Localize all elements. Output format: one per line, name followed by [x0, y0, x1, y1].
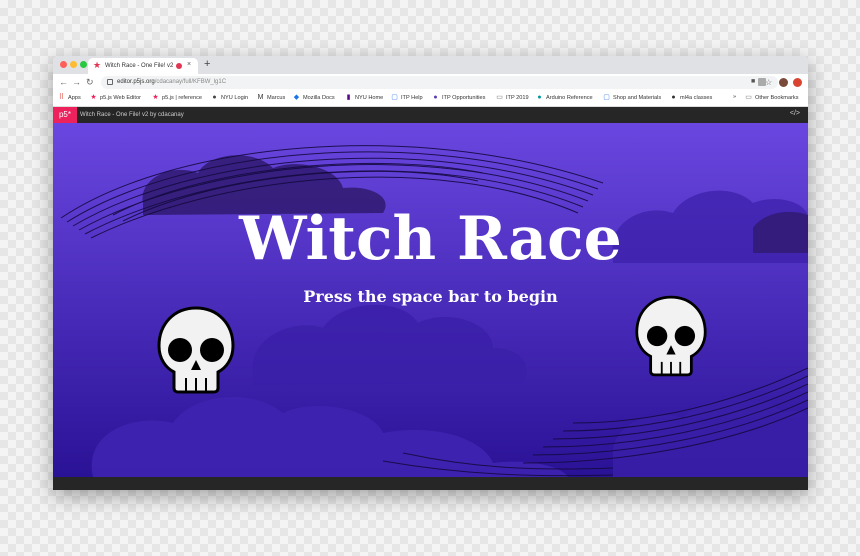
maximize-window-button[interactable] [80, 61, 87, 68]
p5-editor-header: p5* Witch Race - One File! v2 by cdacana… [53, 107, 808, 123]
bookmark-label: p5.js | reference [162, 94, 203, 101]
recording-icon [176, 63, 182, 69]
bookmark-label: Marcus [267, 94, 286, 101]
bookmark-marcus[interactable]: M Marcus [257, 94, 286, 101]
url-field[interactable]: editor.p5js.org/cdacanay/full/KFBW_lg1C … [101, 76, 778, 89]
code-icon[interactable]: </> [790, 110, 800, 117]
bookmark-label: Apps [68, 94, 81, 101]
bookmark-arduino-reference[interactable]: ● Arduino Reference [536, 94, 593, 101]
bookmark-shop-and-materials[interactable]: ▢ Shop and Materials [603, 94, 661, 101]
p5-star-icon: ★ [93, 60, 102, 70]
bookmarks-overflow-button[interactable]: » [733, 94, 736, 100]
profile-avatar-icon[interactable] [779, 78, 788, 87]
p5-star-icon: ★ [152, 94, 159, 101]
page-icon: ▢ [391, 94, 398, 101]
star-bookmark-icon[interactable]: ☆ [765, 78, 772, 87]
bookmark-nyu-home[interactable]: ▮ NYU Home [345, 94, 384, 101]
bookmark-mozilla-docs[interactable]: ◆ Mozilla Docs [293, 94, 335, 101]
apps-grid-icon: ⠿ [58, 94, 65, 101]
game-title: Witch Race [239, 204, 622, 274]
bookmark-label: ITP Help [401, 94, 423, 101]
tab-bar: ★ Witch Race - One File! v2 × + [53, 56, 808, 74]
skull-icon [157, 306, 235, 394]
bookmark-p5-js-web-editor[interactable]: ★ p5.js Web Editor [90, 94, 141, 101]
globe-icon: ● [537, 94, 542, 101]
bookmark-label: Shop and Materials [613, 94, 662, 101]
lock-icon [107, 79, 113, 85]
bottom-bar [53, 477, 808, 490]
folder-icon: ▭ [496, 94, 503, 101]
reload-icon[interactable]: ↻ [86, 77, 94, 87]
bookmark-label: p5.js Web Editor [100, 94, 141, 101]
other-bookmarks[interactable]: ▭ Other Bookmarks [745, 94, 799, 101]
forward-icon[interactable]: → [72, 77, 81, 87]
bookmark-label: ml4a classes [680, 94, 713, 101]
bookmark-label: NYU Home [355, 94, 384, 101]
camera-icon[interactable]: ■ [751, 78, 755, 85]
bookmark-label: Arduino Reference [546, 94, 593, 101]
minimize-window-button[interactable] [70, 61, 77, 68]
browser-window: ★ Witch Race - One File! v2 × + ← → ↻ ed… [53, 56, 808, 490]
bookmark-label: Mozilla Docs [303, 94, 335, 101]
skull-icon [635, 295, 707, 377]
bookmark-itp-help[interactable]: ▢ ITP Help [391, 94, 423, 101]
bookmark-label: ITP Opportunities [442, 94, 486, 101]
game-canvas[interactable]: Witch Race Press the space bar to begin [53, 123, 808, 477]
extension-icon[interactable] [758, 78, 766, 86]
new-tab-button[interactable]: + [204, 58, 210, 70]
bookmarks-bar: ⠿ Apps ★ p5.js Web Editor ★ p5.js | reference… [53, 91, 808, 107]
circle-icon: ● [433, 94, 438, 101]
extension-icon[interactable] [793, 78, 802, 87]
tab-title: Witch Race - One File! v2 [105, 63, 174, 69]
bookmark-p5-js-reference[interactable]: ★ p5.js | reference [152, 94, 202, 101]
mdn-icon: ◆ [293, 94, 300, 101]
bookmark-apps[interactable]: ⠿ Apps [58, 94, 81, 101]
bookmark-label: ITP 2019 [506, 94, 529, 101]
bookmark-itp-opportunities[interactable]: ● ITP Opportunities [432, 94, 485, 101]
close-tab-button[interactable]: × [187, 61, 191, 68]
nyu-torch-icon: ▮ [346, 94, 351, 101]
tab-witch-race[interactable]: ★ Witch Race - One File! v2 × [88, 58, 198, 74]
other-bookmarks-label: Other Bookmarks [755, 94, 799, 101]
bookmark-itp-2019[interactable]: ▭ ITP 2019 [496, 94, 529, 101]
bookmark-ml4a-classes[interactable]: ● ml4a classes [670, 94, 712, 101]
github-icon: ● [671, 94, 676, 101]
url-text: editor.p5js.org/cdacanay/full/KFBW_lg1C [117, 79, 227, 85]
close-window-button[interactable] [60, 61, 67, 68]
p5-star-icon: ★ [90, 94, 97, 101]
p5-logo[interactable]: p5* [53, 107, 77, 123]
sketch-title: Witch Race - One File! v2 by cdacanay [80, 112, 184, 118]
globe-icon: ● [212, 94, 217, 101]
bookmark-label: NYU Login [221, 94, 249, 101]
bookmark-nyu-login[interactable]: ● NYU Login [211, 94, 248, 101]
folder-icon: ▭ [745, 94, 752, 101]
address-bar-row: ← → ↻ editor.p5js.org/cdacanay/full/KFBW… [53, 74, 808, 91]
medium-m-icon: M [257, 94, 264, 101]
back-icon[interactable]: ← [59, 77, 68, 87]
page-icon: ▢ [603, 94, 610, 101]
